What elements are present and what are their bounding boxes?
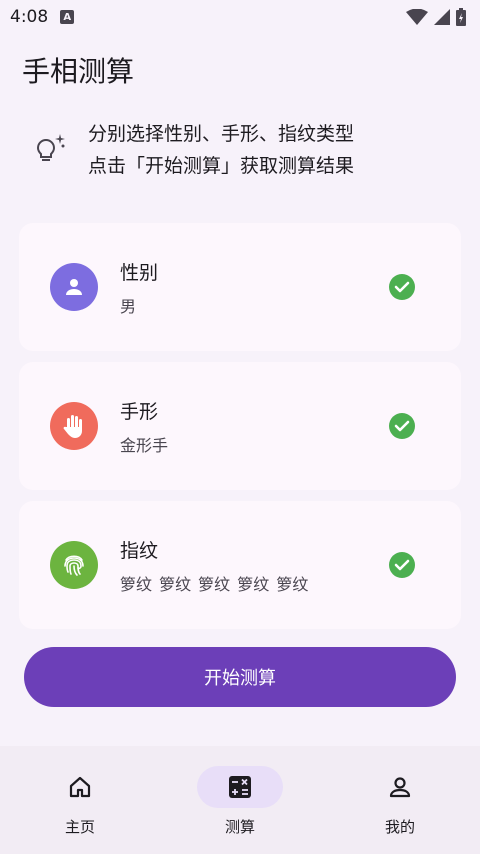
hand-shape-card[interactable]: 手形 金形手 — [19, 362, 461, 490]
hand-shape-card-title: 手形 — [120, 400, 159, 423]
nav-item-home[interactable]: 主页 — [0, 746, 160, 854]
gender-card[interactable]: 性别 男 — [19, 223, 461, 351]
home-icon — [69, 776, 91, 798]
gender-card-value: 男 — [120, 296, 137, 316]
status-bar: 4:08 A — [0, 0, 480, 34]
fingerprint-icon — [50, 541, 98, 589]
tip-line-2: 点击「开始测算」获取测算结果 — [88, 155, 355, 177]
lightbulb-sparkle-icon — [36, 134, 65, 161]
nav-label-home: 主页 — [64, 818, 95, 836]
profile-icon — [389, 777, 411, 798]
wifi-icon — [406, 9, 428, 25]
start-calculation-button[interactable]: 开始测算 — [24, 647, 456, 707]
check-circle-icon — [389, 552, 415, 578]
status-time: 4:08 — [10, 7, 49, 27]
nav-label-calculate: 测算 — [224, 818, 255, 836]
status-notification-icon: A — [60, 10, 75, 24]
person-icon — [50, 263, 98, 311]
cellular-signal-icon — [434, 9, 450, 25]
hand-shape-card-value: 金形手 — [120, 435, 169, 455]
tip-line-1: 分别选择性别、手形、指纹类型 — [88, 123, 355, 145]
fingerprint-card-value: 箩纹 箩纹 箩纹 箩纹 箩纹 — [120, 574, 309, 594]
gender-card-title: 性别 — [120, 261, 159, 284]
status-icons — [406, 8, 466, 26]
check-circle-icon — [389, 413, 415, 439]
check-circle-icon — [389, 274, 415, 300]
bottom-navigation: 主页 测算 我的 — [0, 746, 480, 854]
page-title: 手相测算 — [22, 55, 135, 88]
hand-icon — [50, 402, 98, 450]
instruction-tip: 分别选择性别、手形、指纹类型 点击「开始测算」获取测算结果 — [34, 118, 464, 182]
nav-item-calculate[interactable]: 测算 — [160, 746, 320, 854]
nav-label-profile: 我的 — [384, 818, 415, 836]
nav-item-profile[interactable]: 我的 — [320, 746, 480, 854]
fingerprint-card-title: 指纹 — [120, 539, 159, 562]
fingerprint-card[interactable]: 指纹 箩纹 箩纹 箩纹 箩纹 箩纹 — [19, 501, 461, 629]
calculator-icon — [229, 776, 251, 798]
battery-icon — [456, 8, 466, 26]
